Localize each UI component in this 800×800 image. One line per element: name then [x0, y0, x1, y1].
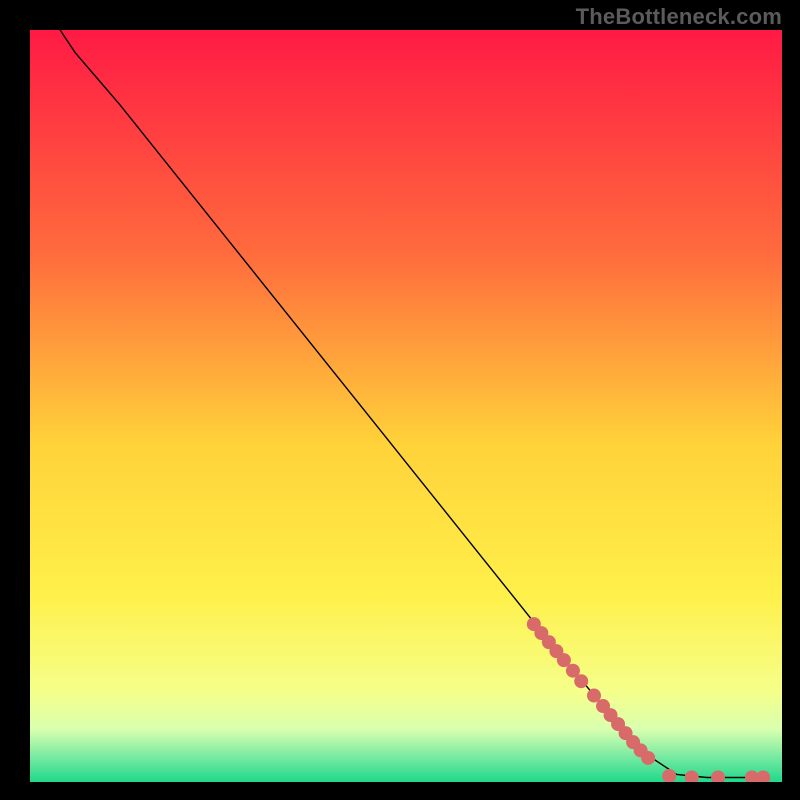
- chart-frame: TheBottleneck.com: [0, 0, 800, 800]
- attribution-text: TheBottleneck.com: [576, 4, 782, 30]
- marker-point: [574, 674, 588, 688]
- plot-area: [30, 30, 782, 782]
- marker-point: [641, 751, 655, 765]
- chart-background: [30, 30, 782, 782]
- chart-svg: [30, 30, 782, 782]
